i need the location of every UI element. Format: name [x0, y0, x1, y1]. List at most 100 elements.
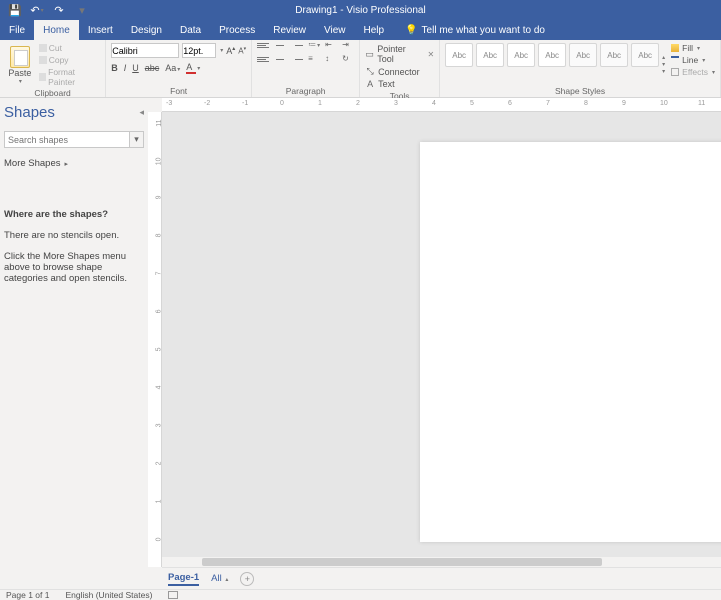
page-tabs: Page-1 All ▴ + — [162, 567, 721, 589]
ribbon: Paste ▾ Cut Copy Format Painter Clipboar… — [0, 40, 721, 98]
ruler-tick: -3 — [166, 100, 172, 107]
tab-data[interactable]: Data — [171, 20, 210, 40]
align-top-left-button[interactable] — [257, 43, 269, 53]
align-top-right-button[interactable] — [291, 43, 303, 53]
effects-icon — [671, 68, 679, 76]
tab-file[interactable]: File — [0, 20, 34, 40]
ruler-vertical: 11109876543210 — [148, 112, 162, 567]
shapes-empty-line2: Click the More Shapes menu above to brow… — [4, 251, 144, 284]
page-tab-1[interactable]: Page-1 — [168, 572, 199, 586]
clipboard-group-label: Clipboard — [5, 87, 100, 98]
ruler-tick: 1 — [318, 100, 322, 107]
decrease-indent-button[interactable]: ⇤ — [325, 43, 337, 53]
search-shapes-input[interactable] — [4, 131, 130, 148]
numbering-button[interactable]: ≡ — [308, 57, 320, 67]
fill-button[interactable]: Fill▾ — [671, 43, 715, 53]
drawing-page[interactable] — [420, 142, 721, 542]
tab-design[interactable]: Design — [122, 20, 171, 40]
align-left-button[interactable] — [257, 57, 269, 67]
italic-button[interactable]: I — [124, 63, 127, 73]
font-size-dropdown-icon[interactable]: ▾ — [220, 47, 223, 54]
shapes-title: Shapes — [4, 104, 55, 121]
style-swatch[interactable]: Abc — [445, 43, 473, 67]
tell-me-search[interactable]: 💡 Tell me what you want to do — [405, 25, 545, 36]
font-size-combo[interactable] — [182, 43, 216, 58]
search-dropdown-icon[interactable]: ▾ — [130, 131, 144, 148]
tab-home[interactable]: Home — [34, 20, 79, 40]
qat-customize-icon[interactable]: ▾ — [75, 3, 89, 17]
ruler-tick: 9 — [622, 100, 626, 107]
status-language[interactable]: English (United States) — [65, 590, 152, 600]
bullets-button[interactable]: ≔▾ — [308, 43, 320, 53]
style-gallery[interactable]: Abc Abc Abc Abc Abc Abc Abc — [445, 43, 659, 85]
ruler-tick: -2 — [204, 100, 210, 107]
ribbon-tabs: File Home Insert Design Data Process Rev… — [0, 20, 721, 40]
tab-process[interactable]: Process — [210, 20, 264, 40]
bold-button[interactable]: B — [111, 63, 118, 73]
gallery-more-icon[interactable]: ▾ — [662, 68, 665, 75]
ruler-tick: 5 — [470, 100, 474, 107]
align-top-center-button[interactable] — [274, 43, 286, 53]
change-case-button[interactable]: Aa▾ — [165, 63, 180, 73]
chevron-up-icon: ▴ — [225, 577, 228, 583]
font-name-combo[interactable] — [111, 43, 179, 58]
font-color-button[interactable]: A▾ — [186, 62, 200, 74]
strikethrough-button[interactable]: abc — [145, 63, 160, 73]
ruler-tick: -1 — [242, 100, 248, 107]
style-swatch[interactable]: Abc — [600, 43, 628, 67]
scissors-icon — [39, 44, 47, 52]
style-swatch[interactable]: Abc — [569, 43, 597, 67]
shape-styles-group-label: Shape Styles — [445, 85, 715, 96]
align-right-button[interactable] — [291, 57, 303, 67]
tab-insert[interactable]: Insert — [79, 20, 122, 40]
canvas-area[interactable] — [162, 112, 721, 567]
shapes-panel: Shapes ◂ ▾ More Shapes ▸ Where are the s… — [0, 98, 148, 567]
ruler-tick: 6 — [508, 100, 512, 107]
style-swatch[interactable]: Abc — [476, 43, 504, 67]
add-page-button[interactable]: + — [240, 572, 254, 586]
grow-font-button[interactable]: A▴ — [226, 45, 235, 56]
text-tool-button[interactable]: AText — [365, 78, 434, 90]
quick-access-toolbar: 💾 ↶▾ ↷ ▾ — [0, 3, 89, 17]
tell-me-label: Tell me what you want to do — [422, 25, 545, 36]
ruler-tick: 3 — [394, 100, 398, 107]
copy-button: Copy — [39, 55, 101, 65]
increase-indent-button[interactable]: ⇥ — [342, 43, 354, 53]
tab-help[interactable]: Help — [355, 20, 394, 40]
scrollbar-thumb[interactable] — [202, 558, 602, 566]
paste-label: Paste — [8, 68, 31, 78]
more-shapes-menu[interactable]: More Shapes ▸ — [4, 158, 144, 169]
lightbulb-icon: 💡 — [405, 25, 417, 36]
gallery-down-icon[interactable]: ▾ — [662, 61, 665, 68]
clipboard-icon — [10, 46, 30, 68]
underline-button[interactable]: U — [132, 63, 139, 73]
macro-record-icon[interactable] — [168, 591, 178, 599]
shrink-font-button[interactable]: A▾ — [238, 46, 246, 56]
scrollbar-horizontal[interactable] — [162, 557, 721, 567]
gallery-up-icon[interactable]: ▴ — [662, 54, 665, 61]
style-swatch[interactable]: Abc — [631, 43, 659, 67]
style-swatch[interactable]: Abc — [538, 43, 566, 67]
close-icon[interactable]: ✕ — [427, 50, 434, 59]
page-tab-all[interactable]: All ▴ — [211, 573, 228, 584]
connector-tool-button[interactable]: ⤡Connector — [365, 65, 434, 78]
rotate-text-button[interactable]: ↻ — [342, 57, 354, 67]
line-button[interactable]: Line▾ — [671, 55, 715, 65]
redo-icon[interactable]: ↷ — [52, 3, 66, 17]
shapes-empty-heading: Where are the shapes? — [4, 209, 144, 220]
title-bar: 💾 ↶▾ ↷ ▾ Drawing1 - Visio Professional — [0, 0, 721, 20]
save-icon[interactable]: 💾 — [8, 3, 22, 17]
ruler-tick: 11 — [698, 100, 705, 107]
undo-icon[interactable]: ↶▾ — [30, 3, 44, 17]
style-swatch[interactable]: Abc — [507, 43, 535, 67]
pointer-tool-button[interactable]: ▭Pointer Tool✕ — [365, 43, 434, 65]
align-center-button[interactable] — [274, 57, 286, 67]
paste-button[interactable]: Paste ▾ — [5, 43, 35, 87]
tab-review[interactable]: Review — [264, 20, 315, 40]
tab-view[interactable]: View — [315, 20, 355, 40]
ruler-horizontal: -3-2-101234567891011 — [162, 98, 721, 112]
line-spacing-button[interactable]: ↕ — [325, 57, 337, 67]
ruler-tick: 2 — [356, 100, 360, 107]
collapse-panel-icon[interactable]: ◂ — [139, 107, 144, 118]
paste-dropdown-icon[interactable]: ▾ — [19, 78, 22, 85]
